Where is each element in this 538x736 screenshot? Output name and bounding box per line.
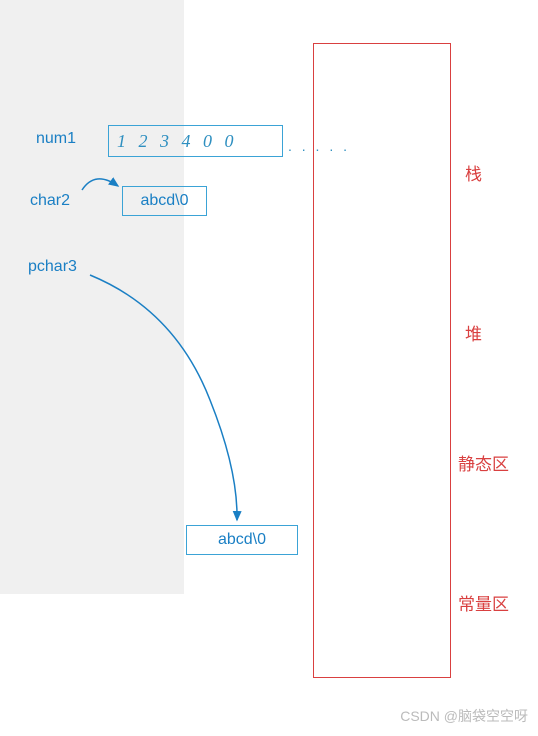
static-region-label: 静态区 xyxy=(458,450,509,475)
stack-region-label: 栈 xyxy=(465,160,482,185)
const-string-box: abcd\0 xyxy=(186,525,298,555)
char2-array-box: abcd\0 xyxy=(122,186,207,216)
const-string-content: abcd\0 xyxy=(218,531,266,549)
const-region-label: 常量区 xyxy=(458,590,509,615)
pchar3-label: pchar3 xyxy=(28,258,77,276)
gray-sidebar-bg xyxy=(0,0,184,594)
num1-array-box: 1 2 3 4 0 0 xyxy=(108,125,283,157)
watermark-text: CSDN @脑袋空空呀 xyxy=(400,706,528,726)
heap-region-label: 堆 xyxy=(465,320,482,345)
num1-label: num1 xyxy=(36,130,76,148)
num1-ellipsis: . . . . . xyxy=(288,138,350,154)
num1-content: 1 2 3 4 0 0 xyxy=(117,131,238,152)
char2-label: char2 xyxy=(30,192,70,210)
char2-content: abcd\0 xyxy=(140,192,188,210)
